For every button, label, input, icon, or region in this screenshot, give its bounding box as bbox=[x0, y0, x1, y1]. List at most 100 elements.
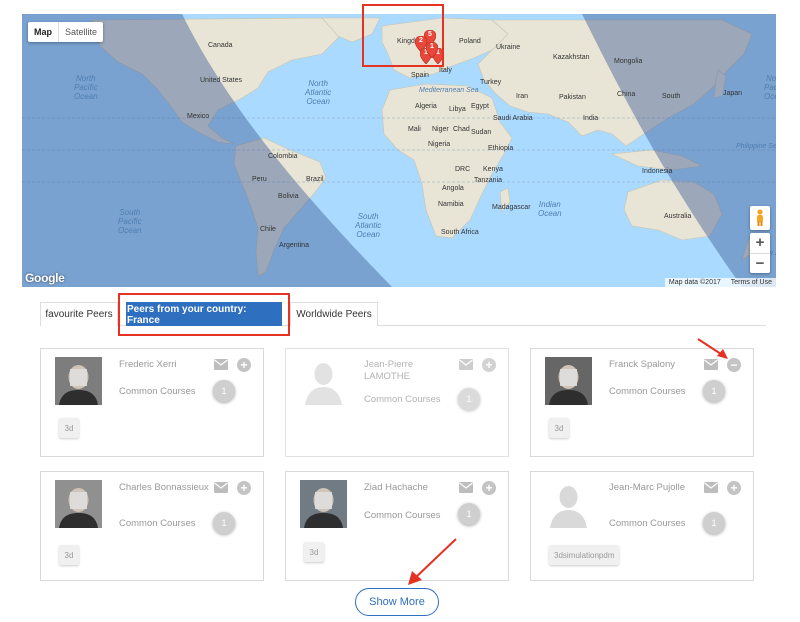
show-more-button[interactable]: Show More bbox=[355, 588, 439, 616]
country-label: Iran bbox=[516, 93, 529, 100]
peer-card: Charles Bonnassieux + Common Courses 1 3d bbox=[40, 471, 264, 581]
satellite-view-button[interactable]: Satellite bbox=[58, 22, 103, 42]
mail-icon[interactable] bbox=[459, 482, 473, 493]
common-courses-label: Common Courses bbox=[119, 386, 196, 397]
add-peer-button[interactable]: + bbox=[237, 481, 251, 495]
country-label: Pakistan bbox=[559, 94, 586, 101]
peer-card: Frederic Xerri + Common Courses 1 3d bbox=[40, 348, 264, 457]
country-label: Australia bbox=[664, 213, 692, 220]
course-tag[interactable]: 3dsimulationpdm bbox=[549, 545, 620, 565]
peer-name[interactable]: Ziad Hachache bbox=[364, 482, 454, 494]
common-courses-count[interactable]: 1 bbox=[458, 503, 480, 525]
ocean-label: South Pacific Ocean bbox=[118, 208, 142, 235]
peer-card: Jean-Pierre LAMOTHE + Common Courses 1 bbox=[285, 348, 509, 457]
country-label: Mediterranean Sea bbox=[419, 87, 479, 94]
country-label: United States bbox=[200, 77, 243, 84]
terms-of-use-link[interactable]: Terms of Use bbox=[731, 279, 772, 286]
peer-name[interactable]: Charles Bonnassieux bbox=[119, 482, 209, 494]
add-peer-button[interactable]: + bbox=[482, 358, 496, 372]
add-peer-button[interactable]: + bbox=[727, 481, 741, 495]
common-courses-label: Common Courses bbox=[609, 518, 686, 529]
peer-card: Jean-Marc Pujolle + Common Courses 1 3dsimul… bbox=[530, 471, 754, 581]
avatar-photo bbox=[55, 357, 102, 405]
course-tag[interactable]: 3d bbox=[59, 418, 79, 438]
avatar[interactable] bbox=[545, 480, 592, 528]
mail-icon[interactable] bbox=[214, 359, 228, 370]
country-label: Argentina bbox=[279, 242, 309, 249]
peer-card: Franck Spalony − Common Courses 1 3d bbox=[530, 348, 754, 457]
avatar[interactable] bbox=[55, 357, 102, 405]
country-label: Italy bbox=[439, 67, 452, 74]
country-label: Libya bbox=[449, 106, 466, 113]
country-label: Namibia bbox=[438, 201, 464, 208]
peer-name[interactable]: Jean-Pierre LAMOTHE bbox=[364, 359, 454, 383]
peer-name[interactable]: Frederic Xerri bbox=[119, 359, 209, 371]
country-label: South bbox=[662, 93, 681, 100]
zoom-in-button[interactable]: + bbox=[750, 233, 770, 253]
country-label: Kazakhstan bbox=[553, 54, 590, 61]
country-label: Turkey bbox=[480, 79, 502, 86]
avatar[interactable] bbox=[300, 357, 347, 405]
map-view-button[interactable]: Map bbox=[28, 22, 58, 42]
country-label: Egypt bbox=[471, 103, 489, 110]
country-label: Bolivia bbox=[278, 193, 299, 200]
tab-worldwide-peers[interactable]: Worldwide Peers bbox=[290, 302, 378, 326]
zoom-out-button[interactable]: − bbox=[750, 253, 770, 273]
common-courses-label: Common Courses bbox=[119, 518, 196, 529]
country-label: Philippine Sea bbox=[736, 143, 776, 150]
country-label: Madagascar bbox=[492, 204, 531, 211]
add-peer-button[interactable]: + bbox=[482, 481, 496, 495]
avatar-photo bbox=[300, 480, 347, 528]
country-label: Peru bbox=[252, 176, 267, 183]
peer-name[interactable]: Franck Spalony bbox=[609, 359, 699, 371]
mail-icon[interactable] bbox=[214, 482, 228, 493]
country-label: Angola bbox=[442, 185, 464, 192]
tab-favourite-peers[interactable]: favourite Peers bbox=[40, 302, 118, 326]
country-label: Chad bbox=[453, 126, 470, 133]
ocean-label: North Atlantic Ocean bbox=[305, 79, 332, 106]
avatar-photo bbox=[545, 357, 592, 405]
common-courses-count[interactable]: 1 bbox=[213, 380, 235, 402]
country-label: Nigeria bbox=[428, 141, 451, 148]
country-label: India bbox=[583, 115, 599, 122]
common-courses-count[interactable]: 1 bbox=[703, 512, 725, 534]
course-tag[interactable]: 3d bbox=[304, 542, 324, 562]
avatar[interactable] bbox=[300, 480, 347, 528]
map-footer: Map data ©2017 Terms of Use bbox=[664, 278, 776, 287]
mail-icon[interactable] bbox=[459, 359, 473, 370]
annotation-box-map bbox=[362, 4, 444, 67]
country-label: Poland bbox=[459, 38, 481, 45]
ocean-label: North Pacific Ocean bbox=[764, 74, 776, 101]
country-label: Tanzania bbox=[474, 177, 503, 184]
country-label: Chile bbox=[260, 226, 276, 233]
avatar[interactable] bbox=[545, 357, 592, 405]
country-label: Indonesia bbox=[642, 168, 673, 175]
mail-icon[interactable] bbox=[704, 482, 718, 493]
street-view-pegman[interactable] bbox=[750, 206, 770, 230]
country-label: Canada bbox=[208, 42, 233, 49]
annotation-arrow-remove bbox=[697, 338, 728, 359]
country-label: South Africa bbox=[441, 229, 479, 236]
common-courses-count[interactable]: 1 bbox=[458, 388, 480, 410]
avatar-photo bbox=[55, 480, 102, 528]
peer-name[interactable]: Jean-Marc Pujolle bbox=[609, 482, 699, 494]
map-type-control: Map Satellite bbox=[28, 22, 104, 42]
course-tag[interactable]: 3d bbox=[549, 418, 569, 438]
course-tag[interactable]: 3d bbox=[59, 545, 79, 565]
country-label: Japan bbox=[723, 90, 743, 97]
avatar[interactable] bbox=[55, 480, 102, 528]
add-peer-button[interactable]: + bbox=[237, 358, 251, 372]
country-label: DRC bbox=[455, 166, 471, 173]
ocean-label: North Pacific Ocean bbox=[74, 74, 98, 101]
common-courses-count[interactable]: 1 bbox=[213, 512, 235, 534]
country-label: Mongolia bbox=[614, 58, 643, 65]
country-label: Colombia bbox=[268, 153, 298, 160]
country-label: Ukraine bbox=[496, 44, 521, 51]
country-label: Spain bbox=[411, 72, 429, 79]
country-label: Kenya bbox=[483, 166, 503, 173]
country-label: China bbox=[617, 91, 636, 98]
avatar-placeholder-icon bbox=[545, 480, 592, 528]
google-logo: Google bbox=[25, 271, 65, 285]
common-courses-count[interactable]: 1 bbox=[703, 380, 725, 402]
avatar-placeholder-icon bbox=[300, 357, 347, 405]
